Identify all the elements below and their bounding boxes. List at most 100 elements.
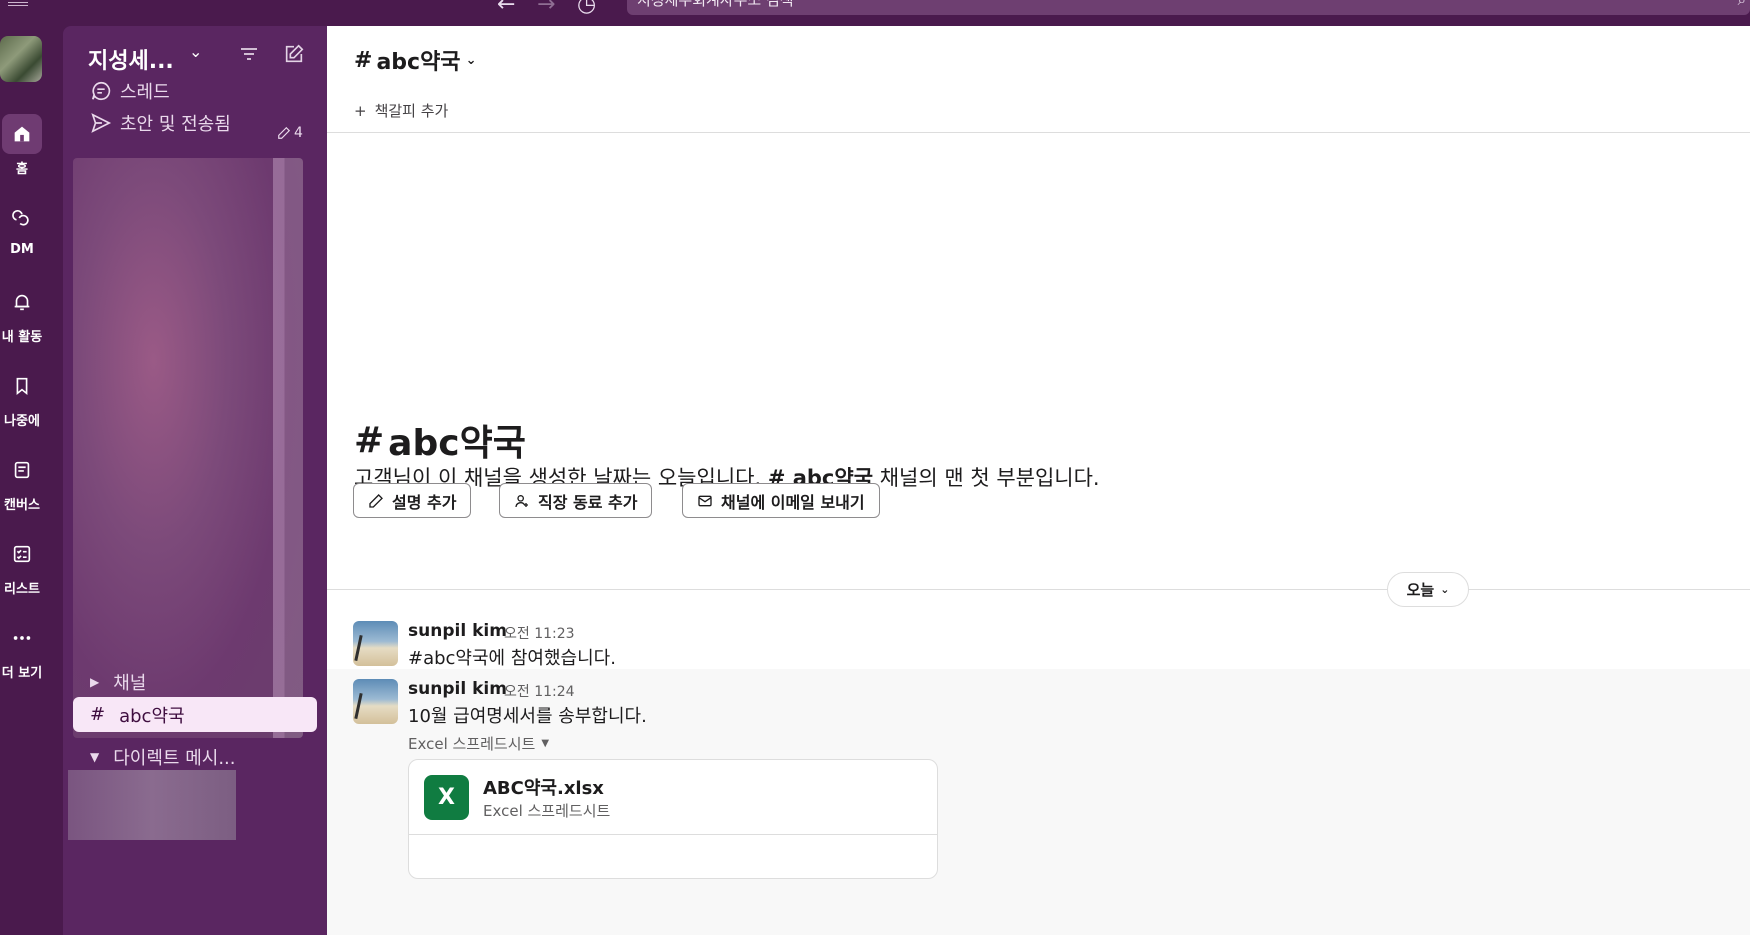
excel-file-icon: X (424, 775, 469, 820)
message-text: #abc약국에 참여했습니다. (408, 648, 616, 669)
chevron-down-icon[interactable]: ⌄ (189, 42, 202, 61)
sidebar-item-threads[interactable]: 스레드 (90, 78, 170, 104)
channel-name: abc약국 (376, 50, 461, 75)
rail-label-dm: DM (10, 242, 34, 257)
drafts-count: 4 (294, 125, 303, 141)
message-timestamp[interactable]: 오전 11:24 (504, 681, 575, 701)
add-person-icon (515, 494, 528, 507)
rail-item-home[interactable]: 홈 (0, 114, 44, 177)
rail-label-activity: 내 활동 (1, 330, 43, 345)
list-icon (2, 534, 42, 574)
file-attachment-card[interactable]: X ABC약국.xlsx Excel 스프레드시트 (408, 759, 938, 879)
message-author[interactable]: sunpil kim (408, 621, 507, 641)
rail-item-list[interactable]: 리스트 (0, 534, 44, 597)
workspace-rail: 홈 DM 내 활동 나중에 캔버스 리스트 더 보기 (0, 26, 63, 935)
intro-channel-name: abc약국 (388, 423, 526, 464)
more-icon (2, 618, 42, 658)
add-bookmark-button[interactable]: + 책갈피 추가 (354, 100, 448, 121)
bookmark-icon (2, 366, 42, 406)
caret-down-icon: ▼ (90, 750, 100, 764)
channel-label: abc약국 (119, 705, 185, 727)
channels-section-label: 채널 (113, 673, 147, 694)
dm-section-header[interactable]: ▼ 다이렉트 메시... (90, 744, 235, 770)
avatar[interactable] (353, 621, 398, 666)
drafts-count-badge: 4 (277, 125, 303, 141)
rail-label-more: 더 보기 (1, 666, 43, 681)
channel-header-title[interactable]: # abc약국 ⌄ (354, 44, 476, 76)
file-name[interactable]: ABC약국.xlsx (483, 774, 604, 800)
message-timestamp[interactable]: 오전 11:23 (504, 623, 575, 643)
attachment-meta-label: Excel 스프레드시트 (408, 735, 536, 753)
send-icon (91, 113, 112, 133)
channel-intro-title: # abc약국 (354, 414, 526, 466)
home-icon (2, 114, 42, 154)
rail-item-more[interactable]: 더 보기 (0, 618, 44, 681)
bell-icon (2, 282, 42, 322)
chevron-down-icon: ⌄ (465, 52, 477, 68)
workspace-avatar[interactable] (0, 36, 42, 82)
rail-item-later[interactable]: 나중에 (0, 366, 44, 429)
email-icon (698, 495, 712, 506)
rail-label-list: 리스트 (4, 582, 40, 597)
threads-icon (91, 81, 111, 101)
back-arrow-icon[interactable]: ← (497, 0, 515, 16)
file-card-divider (409, 834, 937, 835)
rail-label-later: 나중에 (4, 414, 40, 429)
channel-main: # abc약국 ⌄ + 책갈피 추가 # abc약국 고객님이 이 채널을 생성… (327, 26, 1750, 935)
hash-icon: # (354, 419, 385, 461)
channels-section-header[interactable]: ▶ 채널 (90, 669, 146, 695)
add-bookmark-label: 책갈피 추가 (374, 102, 449, 120)
caret-down-icon: ▼ (541, 738, 550, 749)
add-description-button[interactable]: 설명 추가 (353, 483, 472, 518)
dm-icon (2, 198, 42, 238)
send-email-button[interactable]: 채널에 이메일 보내기 (682, 483, 880, 518)
rail-item-dm[interactable]: DM (0, 198, 44, 257)
hash-icon: # (354, 47, 373, 73)
day-divider (327, 589, 1750, 590)
chevron-down-icon: ⌄ (1440, 583, 1450, 596)
search-icon: ⌕ (1737, 0, 1746, 9)
header-divider (327, 132, 1750, 133)
message-text: 10월 급여명세서를 송부합니다. (408, 706, 647, 727)
attachment-toggle[interactable]: Excel 스프레드시트 ▼ (408, 733, 549, 754)
caret-right-icon: ▶ (90, 675, 100, 689)
history-icon[interactable]: ◷ (577, 0, 596, 16)
button-label: 직장 동료 추가 (538, 492, 638, 512)
forward-arrow-icon[interactable]: → (537, 0, 555, 16)
message-row[interactable]: sunpil kim 오전 11:23 #abc약국에 참여했습니다. (327, 611, 1750, 669)
rail-label-canvas: 캔버스 (4, 498, 40, 513)
sidebar-item-label: 스레드 (120, 82, 170, 103)
rail-label-home: 홈 (16, 162, 28, 177)
intro-suffix: 채널의 맨 첫 부분입니다. (873, 466, 1100, 490)
menu-icon[interactable] (8, 0, 28, 6)
redacted-sidebar-content (73, 158, 303, 738)
avatar[interactable] (353, 679, 398, 724)
rail-item-canvas[interactable]: 캔버스 (0, 450, 44, 513)
search-placeholder: 지성세무회계사무소 검색 (637, 0, 794, 9)
button-label: 채널에 이메일 보내기 (721, 492, 865, 512)
channel-sidebar: 지성세... ⌄ 스레드 초안 및 전송됨 4 ▶ 채널 # abc약국 ▼ 다… (63, 26, 327, 935)
rail-item-activity[interactable]: 내 활동 (0, 282, 44, 345)
message-author[interactable]: sunpil kim (408, 679, 507, 699)
canvas-icon (2, 450, 42, 490)
hash-icon: # (90, 704, 106, 725)
pencil-icon (278, 126, 291, 139)
workspace-name[interactable]: 지성세... (88, 43, 174, 75)
sidebar-item-drafts[interactable]: 초안 및 전송됨 (90, 110, 231, 136)
button-label: 설명 추가 (392, 492, 457, 512)
message-row[interactable]: sunpil kim 오전 11:24 10월 급여명세서를 송부합니다. Ex… (327, 669, 1750, 935)
filter-icon[interactable] (239, 46, 259, 66)
compose-icon[interactable] (283, 43, 305, 69)
day-label: 오늘 (1406, 581, 1435, 599)
day-jump-button[interactable]: 오늘 ⌄ (1387, 572, 1469, 607)
top-bar: ← → ◷ 지성세무회계사무소 검색 ⌕ (0, 0, 1750, 26)
file-type: Excel 스프레드시트 (483, 802, 611, 820)
add-coworker-button[interactable]: 직장 동료 추가 (499, 483, 653, 518)
dm-section-label: 다이렉트 메시... (113, 748, 236, 769)
plus-icon: + (354, 101, 367, 120)
search-bar[interactable]: 지성세무회계사무소 검색 ⌕ (627, 0, 1750, 15)
redacted-dm-list (68, 770, 236, 840)
pencil-icon (369, 493, 383, 508)
sidebar-item-label: 초안 및 전송됨 (120, 114, 231, 135)
sidebar-item-channel-abc[interactable]: # abc약국 (73, 697, 317, 732)
